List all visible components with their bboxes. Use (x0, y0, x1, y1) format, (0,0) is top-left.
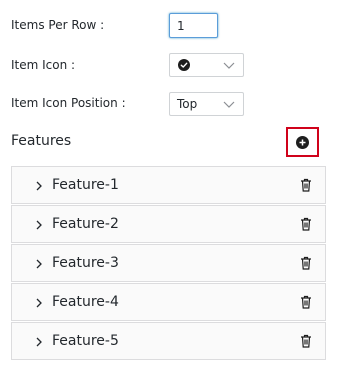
feature-item[interactable]: Feature-2 (11, 205, 326, 243)
feature-item-label: Feature-2 (52, 216, 119, 232)
feature-item[interactable]: Feature-5 (11, 322, 326, 360)
trash-icon[interactable] (300, 178, 312, 192)
feature-list: Feature-1 Feature-2 Feature-3 Feature-4 … (11, 166, 326, 361)
trash-icon[interactable] (300, 295, 312, 309)
plus-circle-icon (299, 139, 306, 146)
feature-item-label: Feature-3 (52, 255, 119, 271)
chevron-right-icon (36, 220, 42, 230)
feature-item-label: Feature-5 (52, 333, 119, 349)
item-icon-position-value: Top (177, 97, 198, 111)
item-icon-label: Item Icon : (11, 58, 76, 72)
feature-item[interactable]: Feature-4 (11, 283, 326, 321)
chevron-down-icon (223, 101, 235, 108)
trash-icon[interactable] (300, 334, 312, 348)
add-feature-button[interactable] (296, 136, 309, 149)
chevron-right-icon (36, 337, 42, 347)
items-per-row-label: Items Per Row : (11, 18, 105, 32)
feature-item-label: Feature-4 (52, 294, 119, 310)
feature-item-label: Feature-1 (52, 177, 119, 193)
item-icon-position-select[interactable]: Top (169, 92, 244, 116)
feature-item[interactable]: Feature-1 (11, 166, 326, 204)
chevron-right-icon (36, 259, 42, 269)
feature-item[interactable]: Feature-3 (11, 244, 326, 282)
add-feature-highlight (286, 127, 319, 157)
items-per-row-input[interactable] (169, 13, 218, 38)
chevron-right-icon (36, 298, 42, 308)
features-heading: Features (11, 133, 72, 149)
chevron-right-icon (36, 181, 42, 191)
chevron-down-icon (223, 62, 235, 69)
check-circle-icon (178, 59, 190, 71)
item-icon-position-label: Item Icon Position : (11, 96, 126, 110)
trash-icon[interactable] (300, 217, 312, 231)
item-icon-select[interactable] (169, 53, 244, 77)
trash-icon[interactable] (300, 256, 312, 270)
